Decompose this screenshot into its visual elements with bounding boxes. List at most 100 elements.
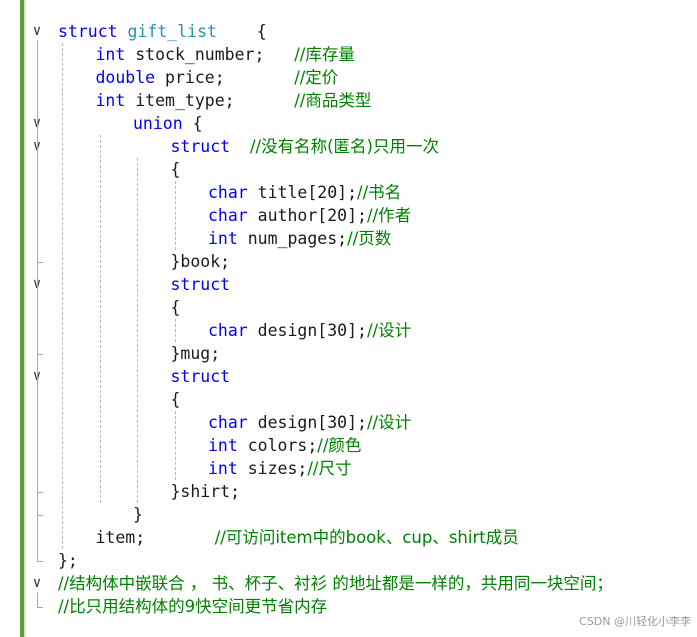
- code-text: }mug;: [171, 342, 221, 365]
- code-line[interactable]: int stock_number; //库存量: [0, 43, 697, 66]
- type-name-token: gift_list: [127, 22, 217, 41]
- identifier-token: {: [170, 160, 181, 179]
- code-text: struct: [171, 273, 231, 296]
- code-line[interactable]: char author[20];//作者: [0, 204, 697, 227]
- comment-token: //定价: [294, 68, 339, 87]
- code-line[interactable]: int item_type; //商品类型: [0, 89, 697, 112]
- identifier-token: {: [192, 114, 203, 133]
- code-line[interactable]: };: [0, 549, 697, 572]
- keyword-token: char: [208, 183, 258, 202]
- code-text: int num_pages;//页数: [208, 227, 391, 250]
- fold-region-line: [37, 155, 38, 262]
- identifier-token: {: [170, 390, 181, 409]
- comment-token: //商品类型: [294, 91, 372, 110]
- identifier-token: }mug;: [170, 344, 221, 363]
- identifier-token: item;: [95, 528, 215, 547]
- identifier-token: }book;: [170, 252, 231, 271]
- fold-region-end: [37, 561, 43, 562]
- keyword-token: struct: [170, 367, 231, 386]
- code-text: double price; //定价: [96, 66, 339, 89]
- code-line[interactable]: double price; //定价: [0, 66, 697, 89]
- keyword-token: int: [95, 45, 136, 64]
- identifier-token: num_pages;: [247, 229, 348, 248]
- identifier-token: author[20];: [257, 206, 367, 225]
- fold-region-end: [37, 607, 43, 608]
- code-text: {: [171, 296, 181, 319]
- comment-token: //设计: [366, 413, 412, 432]
- keyword-token: struct: [58, 22, 128, 41]
- watermark: CSDN @川轻化小李李: [579, 615, 691, 628]
- indent-guide: [99, 135, 101, 503]
- code-line[interactable]: int colors;//颜色: [0, 434, 697, 457]
- keyword-token: int: [208, 229, 248, 248]
- comment-token: //结构体中嵌联合 ， 书、杯子、衬衫 的地址都是一样的，共用同一块空间；: [58, 574, 613, 593]
- code-text: char design[30];//设计: [208, 319, 411, 342]
- code-line[interactable]: char design[30];//设计: [0, 319, 697, 342]
- indent-guide: [174, 319, 176, 342]
- fold-region-line: [37, 385, 38, 492]
- comment-token: //作者: [366, 206, 412, 225]
- indent-guide: [174, 181, 176, 250]
- code-text: int stock_number; //库存量: [96, 43, 355, 66]
- keyword-token: int: [95, 91, 136, 110]
- code-line[interactable]: ∨ struct: [0, 273, 697, 296]
- code-text: //比只用结构体的9快空间更节省内存: [58, 595, 327, 618]
- code-text: int colors;//颜色: [208, 434, 361, 457]
- code-text: };: [58, 549, 78, 572]
- indent-guide: [174, 411, 176, 480]
- comment-token: //设计: [366, 321, 412, 340]
- identifier-token: };: [58, 551, 78, 570]
- code-text: {: [171, 158, 181, 181]
- keyword-token: char: [208, 321, 258, 340]
- code-text: char title[20];//书名: [208, 181, 401, 204]
- code-text: int item_type; //商品类型: [96, 89, 372, 112]
- comment-token: //尺寸: [307, 459, 352, 478]
- code-line[interactable]: ∨//结构体中嵌联合 ， 书、杯子、衬衫 的地址都是一样的，共用同一块空间；: [0, 572, 697, 595]
- keyword-token: int: [208, 436, 248, 455]
- code-line[interactable]: ∨ struct: [0, 365, 697, 388]
- comment-token: //比只用结构体的9快空间更节省内存: [58, 597, 328, 616]
- code-line[interactable]: ∨ struct gift_list {: [0, 20, 697, 43]
- code-editor[interactable]: ∨ struct gift_list {int stock_number; //库…: [0, 0, 697, 637]
- code-line[interactable]: char title[20];//书名: [0, 181, 697, 204]
- identifier-token: {: [216, 22, 267, 41]
- keyword-token: char: [208, 206, 258, 225]
- identifier-token: price;: [165, 68, 295, 87]
- identifier-token: stock_number;: [135, 45, 295, 64]
- identifier-token: title[20];: [257, 183, 358, 202]
- code-line[interactable]: char design[30];//设计: [0, 411, 697, 434]
- code-line[interactable]: {: [0, 296, 697, 319]
- keyword-token: union: [133, 114, 193, 133]
- identifier-token: }shirt;: [170, 482, 241, 501]
- comment-token: //库存量: [294, 45, 355, 64]
- code-text: char design[30];//设计: [208, 411, 411, 434]
- fold-region-end: [37, 492, 43, 493]
- code-line[interactable]: }: [0, 503, 697, 526]
- code-line[interactable]: ∨ union {: [0, 112, 697, 135]
- code-line[interactable]: {: [0, 388, 697, 411]
- code-line[interactable]: int num_pages;//页数: [0, 227, 697, 250]
- code-text: struct //没有名称(匿名)只用一次: [171, 135, 439, 158]
- code-line[interactable]: }mug;: [0, 342, 697, 365]
- indent-guide: [62, 43, 63, 549]
- code-text: //结构体中嵌联合 ， 书、杯子、衬衫 的地址都是一样的，共用同一块空间；: [58, 572, 613, 595]
- identifier-token: design[30];: [257, 413, 367, 432]
- code-text: item; //可访问item中的book、cup、shirt成员: [96, 526, 519, 549]
- keyword-token: struct: [170, 275, 231, 294]
- code-line[interactable]: }shirt;: [0, 480, 697, 503]
- code-line[interactable]: int sizes;//尺寸: [0, 457, 697, 480]
- comment-token: //书名: [357, 183, 402, 202]
- code-line[interactable]: }book;: [0, 250, 697, 273]
- code-line[interactable]: ∨ struct //没有名称(匿名)只用一次: [0, 135, 697, 158]
- code-line[interactable]: item; //可访问item中的book、cup、shirt成员: [0, 526, 697, 549]
- keyword-token: char: [208, 413, 258, 432]
- keyword-token: int: [208, 459, 248, 478]
- identifier-token: design[30];: [257, 321, 367, 340]
- code-line[interactable]: {: [0, 158, 697, 181]
- fold-region-end: [37, 515, 43, 516]
- fold-region-line: [37, 592, 38, 607]
- fold-region-end: [37, 262, 43, 263]
- identifier-token: {: [170, 298, 181, 317]
- fold-region-line: [37, 293, 38, 354]
- fold-region-end: [37, 354, 43, 355]
